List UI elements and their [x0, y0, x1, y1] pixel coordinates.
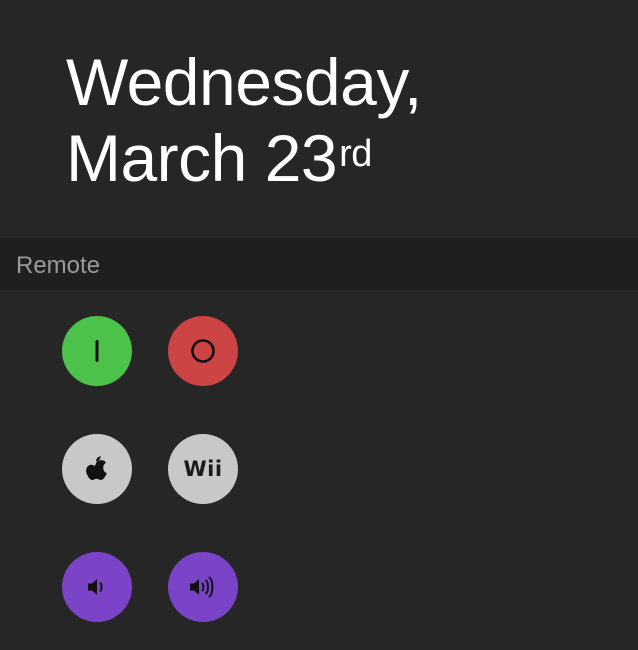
date-month-day: March 23rd [66, 120, 422, 196]
widget-screen: Wednesday, March 23rd Remote Wii [0, 0, 638, 650]
power-on-button[interactable] [62, 316, 132, 386]
volume-up-button[interactable] [168, 552, 238, 622]
wii-button[interactable]: Wii [168, 434, 238, 504]
remote-section-header: Remote [0, 238, 638, 290]
power-off-button[interactable] [168, 316, 238, 386]
date-month-day-text: March 23 [66, 121, 338, 195]
power-off-icon [191, 339, 215, 363]
volume-up-icon [190, 576, 214, 598]
date-display: Wednesday, March 23rd [66, 44, 422, 196]
wii-icon: Wii [183, 457, 223, 481]
remote-section-title: Remote [16, 252, 101, 279]
apple-tv-button[interactable] [62, 434, 132, 504]
power-on-icon [95, 340, 99, 362]
apple-icon [86, 456, 107, 480]
volume-down-icon [88, 579, 103, 595]
date-weekday: Wednesday, [66, 45, 422, 119]
volume-down-button[interactable] [62, 552, 132, 622]
date-ordinal-suffix: rd [339, 133, 372, 175]
